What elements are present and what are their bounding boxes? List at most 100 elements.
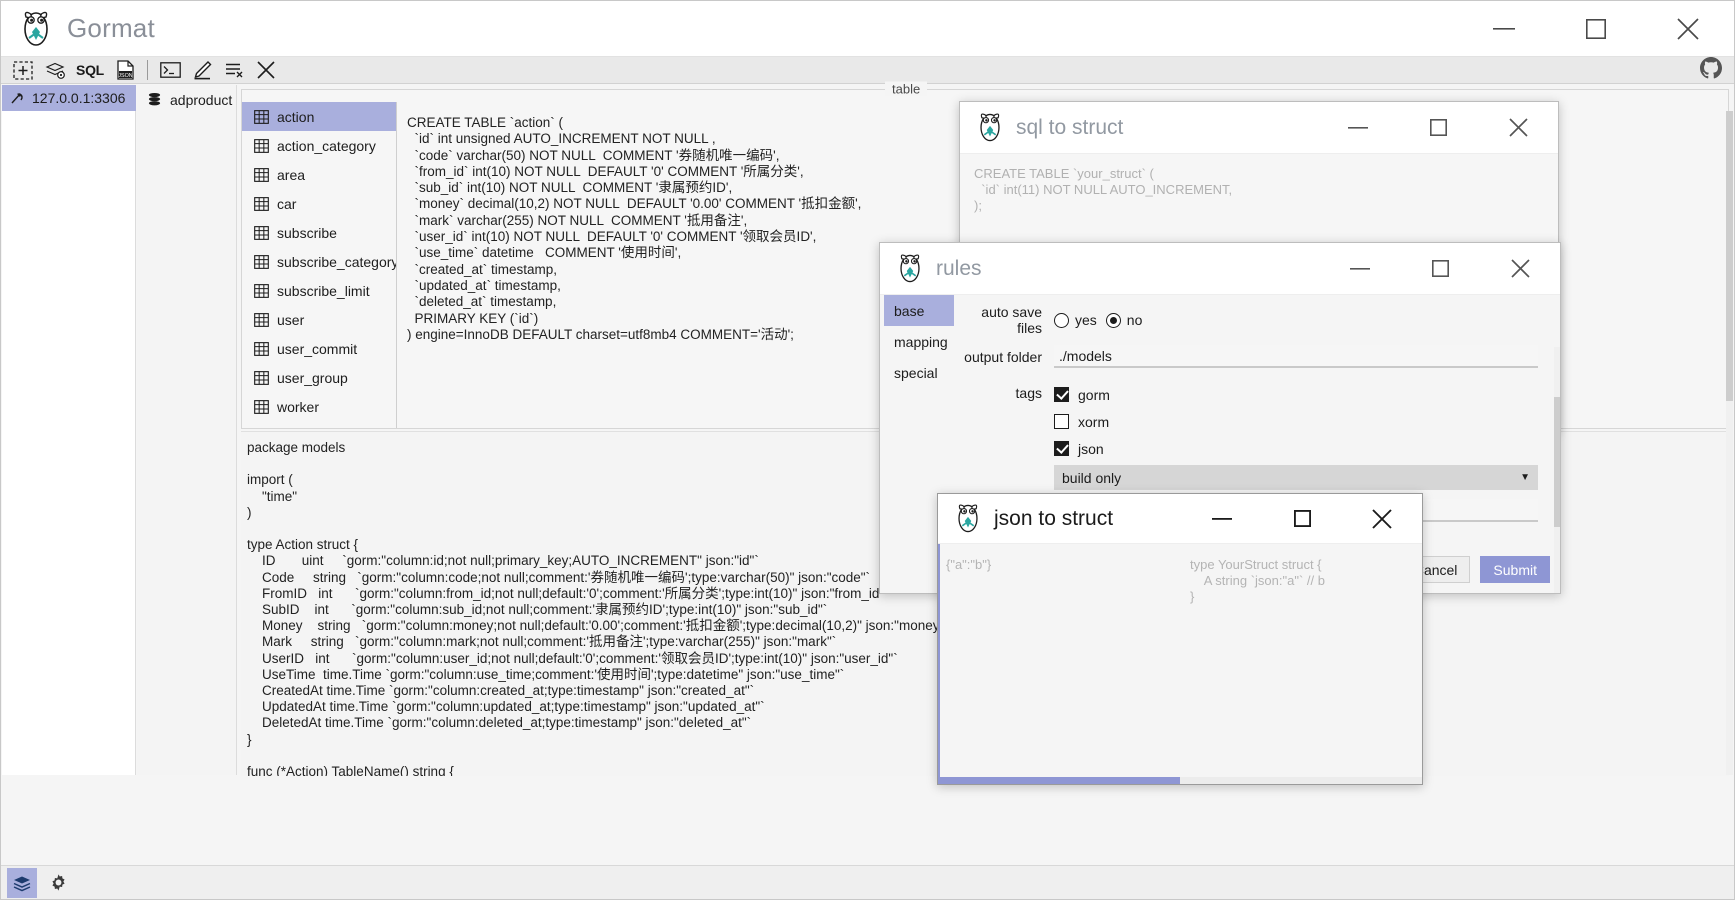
auto-save-radio-group: yes no bbox=[1054, 312, 1142, 328]
database-item-adproduct[interactable]: adproduct bbox=[137, 85, 236, 114]
gopher-logo-icon bbox=[954, 503, 982, 534]
table-item[interactable]: subscribe bbox=[242, 218, 396, 247]
title-bar: Gormat bbox=[1, 1, 1734, 57]
table-icon bbox=[254, 312, 269, 327]
output-folder-input[interactable]: ./models bbox=[1054, 345, 1538, 368]
table-item[interactable]: user_group bbox=[242, 363, 396, 392]
table-list[interactable]: action action_category area car subscrib… bbox=[242, 102, 397, 428]
auto-save-radio-yes[interactable]: yes bbox=[1054, 312, 1097, 328]
tag-checkbox-json[interactable]: json bbox=[1054, 435, 1538, 462]
table-item[interactable]: car bbox=[242, 189, 396, 218]
scrollbar-thumb[interactable] bbox=[1554, 397, 1560, 527]
main-toolbar: SQL JSON bbox=[1, 56, 1734, 84]
left-panel-strip bbox=[2, 111, 136, 775]
json-dialog-maximize-button[interactable] bbox=[1262, 494, 1342, 543]
table-icon bbox=[254, 370, 269, 385]
json-to-struct-icon[interactable]: JSON bbox=[111, 59, 139, 82]
json-dialog-window-controls bbox=[1182, 494, 1422, 543]
sql-dialog-close-button[interactable] bbox=[1478, 102, 1558, 153]
table-item[interactable]: subscribe_category bbox=[242, 247, 396, 276]
sql-dialog-maximize-button[interactable] bbox=[1398, 102, 1478, 153]
table-item-label: action bbox=[277, 108, 315, 125]
json-output: type YourStruct struct { A string `json:… bbox=[1190, 557, 1325, 604]
connection-tab-host[interactable]: 127.0.0.1:3306 bbox=[2, 85, 136, 111]
sql-dialog-title-bar: sql to struct bbox=[960, 102, 1558, 154]
scrollbar-thumb[interactable] bbox=[938, 777, 1180, 784]
table-item-label: user bbox=[277, 311, 305, 328]
json-dialog-title-bar: json to struct bbox=[938, 494, 1422, 544]
checkbox-checked-icon bbox=[1054, 387, 1069, 402]
toolbar-close-icon[interactable] bbox=[252, 59, 280, 82]
submit-button[interactable]: Submit bbox=[1480, 556, 1550, 583]
build-mode-select[interactable]: build only ▼ bbox=[1054, 465, 1538, 490]
table-icon bbox=[254, 341, 269, 356]
gopher-logo-icon bbox=[19, 10, 53, 48]
database-icon bbox=[147, 92, 162, 107]
table-item-label: action_category bbox=[277, 137, 376, 154]
json-dialog-close-button[interactable] bbox=[1342, 494, 1422, 543]
radio-unchecked-icon bbox=[1054, 312, 1069, 328]
table-item-label: car bbox=[277, 195, 297, 212]
json-dialog-horizontal-scrollbar[interactable] bbox=[938, 777, 1422, 784]
output-folder-label: output folder bbox=[964, 348, 1042, 365]
tag-checkbox-gorm[interactable]: gorm bbox=[1054, 381, 1538, 408]
json-to-struct-dialog: json to struct {"a":"b"} type YourStruct… bbox=[937, 493, 1423, 785]
statusbar-settings-button[interactable] bbox=[43, 868, 73, 898]
rules-nav-item-special[interactable]: special bbox=[884, 357, 954, 388]
rules-dialog-maximize-button[interactable] bbox=[1400, 243, 1480, 294]
connection-icon bbox=[10, 91, 25, 106]
terminal-icon[interactable] bbox=[156, 59, 184, 82]
auto-save-label: auto save files bbox=[981, 304, 1042, 336]
tags-checkbox-group: gorm xorm json build only ▼ bbox=[1054, 381, 1538, 490]
github-icon[interactable] bbox=[1700, 56, 1722, 84]
window-close-button[interactable] bbox=[1642, 1, 1734, 56]
auto-save-radio-no[interactable]: no bbox=[1105, 312, 1143, 328]
json-dialog-minimize-button[interactable] bbox=[1182, 494, 1262, 543]
scrollbar-thumb[interactable] bbox=[1726, 111, 1733, 401]
json-input[interactable]: {"a":"b"} bbox=[938, 544, 1181, 784]
table-item-label: subscribe_category bbox=[277, 253, 397, 270]
new-connection-icon[interactable] bbox=[9, 59, 37, 82]
table-item[interactable]: action_category bbox=[242, 131, 396, 160]
rules-dialog-scrollbar[interactable] bbox=[1554, 347, 1560, 593]
table-group-label: table bbox=[885, 81, 928, 97]
window-minimize-button[interactable] bbox=[1458, 1, 1550, 56]
table-item-label: user_commit bbox=[277, 340, 358, 357]
database-item-label: adproduct bbox=[170, 91, 233, 108]
table-item[interactable]: action bbox=[242, 102, 396, 131]
status-bar bbox=[1, 865, 1734, 899]
table-item[interactable]: worker bbox=[242, 392, 396, 421]
auto-save-no-label: no bbox=[1126, 312, 1143, 328]
table-item[interactable]: area bbox=[242, 160, 396, 189]
json-dialog-title: json to struct bbox=[994, 506, 1114, 530]
layers-settings-icon[interactable] bbox=[41, 59, 69, 82]
tag-checkbox-xorm[interactable]: xorm bbox=[1054, 408, 1538, 435]
window-maximize-button[interactable] bbox=[1550, 1, 1642, 56]
rules-dialog-close-button[interactable] bbox=[1480, 243, 1560, 294]
table-icon bbox=[254, 254, 269, 269]
rules-nav-item-mapping[interactable]: mapping bbox=[884, 326, 954, 357]
edit-icon[interactable] bbox=[188, 59, 216, 82]
tags-row: tags gorm xorm json build only ▼ bbox=[954, 381, 1560, 490]
table-item[interactable]: subscribe_limit bbox=[242, 276, 396, 305]
sql-to-struct-icon[interactable]: SQL bbox=[73, 59, 107, 82]
statusbar-layers-button[interactable] bbox=[7, 867, 37, 898]
main-vertical-scrollbar[interactable] bbox=[1726, 111, 1733, 775]
rules-nav-item-base[interactable]: base bbox=[884, 295, 954, 326]
table-item-label: user_group bbox=[277, 369, 348, 386]
table-item[interactable]: user_commit bbox=[242, 334, 396, 363]
radio-checked-icon bbox=[1105, 312, 1121, 328]
gopher-logo-icon bbox=[976, 112, 1004, 143]
rules-dialog-minimize-button[interactable] bbox=[1320, 243, 1400, 294]
table-item[interactable]: user bbox=[242, 305, 396, 334]
tag-label: json bbox=[1078, 440, 1104, 457]
table-icon bbox=[254, 109, 269, 124]
sql-label: SQL bbox=[76, 62, 104, 78]
table-item-label: subscribe bbox=[277, 224, 337, 241]
clear-list-icon[interactable] bbox=[220, 59, 248, 82]
table-item-label: worker bbox=[277, 398, 320, 415]
sql-dialog-minimize-button[interactable] bbox=[1318, 102, 1398, 153]
database-list: adproduct bbox=[137, 85, 237, 775]
chevron-down-icon: ▼ bbox=[1520, 472, 1530, 483]
connection-host-label: 127.0.0.1:3306 bbox=[32, 90, 126, 106]
